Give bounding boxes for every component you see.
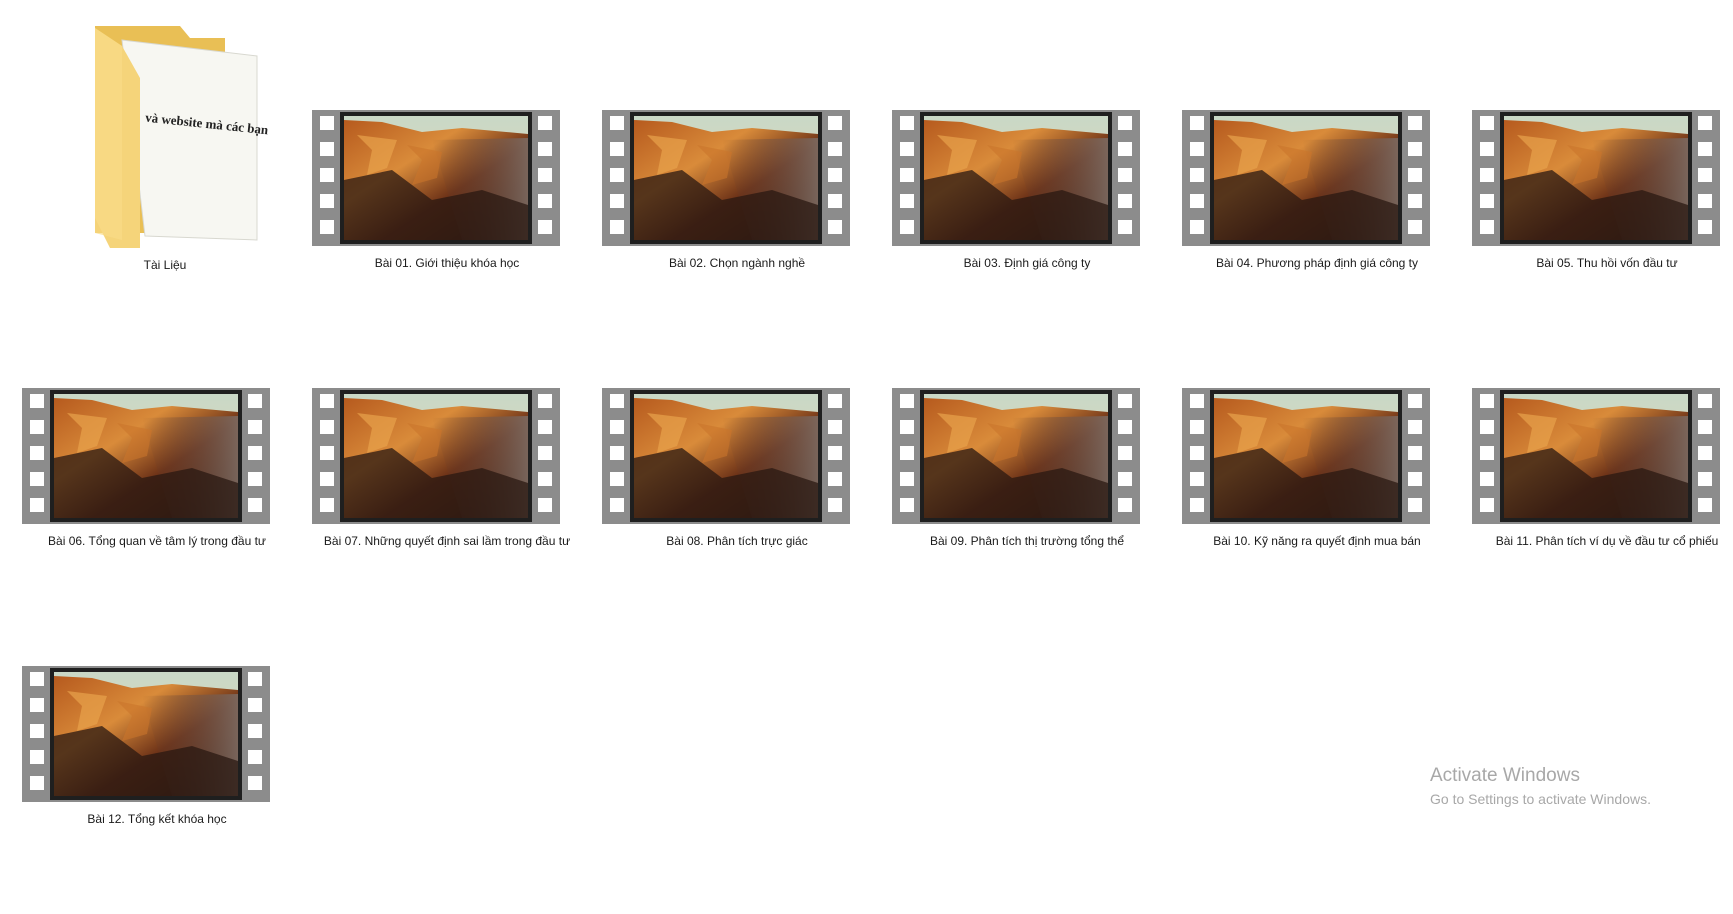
video-label: Bài 01. Giới thiệu khóa học	[374, 256, 520, 270]
video-item[interactable]: Bài 05. Thu hồi vốn đầu tư	[1462, 110, 1732, 350]
video-item[interactable]: Bài 03. Định giá công ty	[882, 110, 1152, 350]
video-label: Bài 09. Phân tích thị trường tổng thể	[929, 534, 1125, 548]
video-label: Bài 07. Những quyết định sai lầm trong đ…	[323, 534, 571, 548]
video-label: Bài 11. Phân tích ví dụ về đầu tư cổ phi…	[1495, 534, 1719, 548]
video-item[interactable]: Bài 02. Chọn ngành nghề	[592, 110, 862, 350]
video-item[interactable]: Bài 01. Giới thiệu khóa học	[302, 110, 572, 350]
video-thumbnail-icon	[1182, 110, 1430, 358]
video-label: Bài 12. Tổng kết khóa học	[87, 812, 227, 826]
file-grid: và website mà các bạn Tài Liệu Bài 01. G…	[0, 0, 1733, 838]
video-label: Bài 08. Phân tích trực giác	[666, 534, 808, 548]
video-thumbnail-icon	[1182, 388, 1430, 636]
video-thumbnail-icon	[1472, 110, 1720, 358]
video-label: Bài 10. Kỹ năng ra quyết định mua bán	[1213, 534, 1421, 548]
video-label: Bài 05. Thu hồi vốn đầu tư	[1536, 256, 1678, 270]
video-item[interactable]: Bài 04. Phương pháp định giá công ty	[1172, 110, 1442, 350]
video-item[interactable]: Bài 11. Phân tích ví dụ về đầu tư cổ phi…	[1462, 388, 1732, 628]
video-item[interactable]: Bài 10. Kỹ năng ra quyết định mua bán	[1172, 388, 1442, 628]
folder-label: Tài Liệu	[143, 258, 187, 272]
watermark-title: Activate Windows	[1430, 765, 1580, 786]
video-thumbnail-icon	[602, 388, 850, 636]
video-thumbnail-icon	[22, 666, 270, 914]
video-item[interactable]: Bài 06. Tổng quan về tâm lý trong đầu tư	[12, 388, 282, 628]
folder-item-tai-lieu[interactable]: và website mà các bạn Tài Liệu	[30, 18, 270, 278]
video-item[interactable]: Bài 07. Những quyết định sai lầm trong đ…	[302, 388, 572, 628]
activate-windows-watermark: Activate Windows Go to Settings to activ…	[1430, 764, 1651, 808]
video-label: Bài 04. Phương pháp định giá công ty	[1215, 256, 1419, 270]
video-thumbnail-icon	[892, 388, 1140, 636]
video-thumbnail-icon	[602, 110, 850, 358]
video-thumbnail-icon	[892, 110, 1140, 358]
video-label: Bài 02. Chọn ngành nghề	[668, 256, 806, 270]
video-thumbnail-icon	[22, 388, 270, 636]
folder-icon	[60, 18, 260, 258]
video-label: Bài 06. Tổng quan về tâm lý trong đầu tư	[48, 534, 266, 548]
video-thumbnail-icon	[1472, 388, 1720, 636]
video-label: Bài 03. Định giá công ty	[963, 256, 1091, 270]
watermark-subtitle: Go to Settings to activate Windows.	[1430, 791, 1651, 807]
video-thumbnail-icon	[312, 388, 560, 636]
video-thumbnail-icon	[312, 110, 560, 358]
video-item[interactable]: Bài 08. Phân tích trực giác	[592, 388, 862, 628]
video-item[interactable]: Bài 09. Phân tích thị trường tổng thể	[882, 388, 1152, 628]
video-item[interactable]: Bài 12. Tổng kết khóa học	[12, 666, 282, 906]
